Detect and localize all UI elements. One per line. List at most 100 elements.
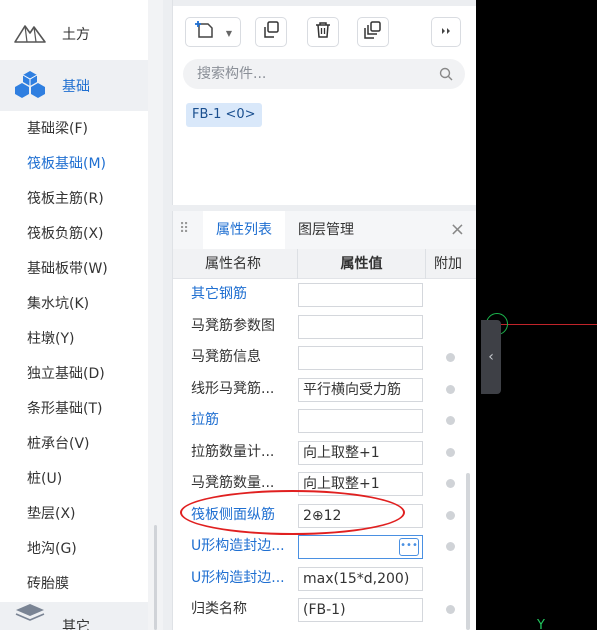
left-navigation: 土方 基础 基础梁(F) 筏板基础(M) 筏板主筋(R) 筏板负筋(X) 基础板…: [0, 0, 163, 630]
nav-item-cushion[interactable]: 垫层(X): [0, 497, 148, 532]
property-name: 归类名称: [191, 601, 247, 617]
property-row: 其它钢筋: [173, 279, 476, 311]
property-scrollbar-thumb[interactable]: [466, 473, 470, 630]
nav-item-pile[interactable]: 桩(U): [0, 462, 148, 497]
property-value-field[interactable]: [298, 409, 423, 433]
panel-top-edge: [173, 0, 477, 6]
layer-copy-button[interactable]: [357, 17, 389, 47]
tab-property-list[interactable]: 属性列表: [203, 211, 285, 249]
property-row: U形构造封边... max(15*d,200): [173, 563, 476, 595]
property-row: 马凳筋参数图: [173, 311, 476, 343]
property-table-header: 属性名称 属性值 附加: [173, 249, 476, 279]
property-row: 拉筋数量计... 向上取整+1: [173, 437, 476, 469]
extra-checkbox[interactable]: [446, 384, 455, 394]
nav-item-raft-foundation[interactable]: 筏板基础(M): [0, 147, 148, 182]
close-icon[interactable]: ×: [450, 219, 465, 240]
property-value-field[interactable]: 向上取整+1: [298, 472, 423, 496]
axis-line: [501, 324, 597, 325]
chevron-left-icon: ‹: [488, 349, 494, 365]
extra-checkbox[interactable]: [446, 479, 455, 488]
property-value-field[interactable]: [298, 314, 423, 339]
property-name[interactable]: 其它钢筋: [191, 279, 297, 311]
nav-item-brick-mold[interactable]: 砖胎膜: [0, 567, 148, 602]
more-icon: [440, 24, 452, 40]
property-value-field[interactable]: (FB-1): [298, 598, 423, 622]
new-component-button[interactable]: ▼: [185, 17, 241, 47]
collapse-panel-button[interactable]: ‹: [481, 320, 501, 394]
nav-scrollbar-thumb[interactable]: [154, 525, 157, 630]
layer-copy-icon: [364, 21, 382, 43]
nav-item-raft-main-rebar[interactable]: 筏板主筋(R): [0, 182, 148, 217]
property-row: 线形马凳筋... 平行横向受力筋: [173, 374, 476, 406]
property-value-field[interactable]: 2⊕12: [298, 503, 423, 528]
property-name[interactable]: U形构造封边...: [191, 563, 297, 595]
new-component-icon: [195, 20, 215, 44]
delete-component-button[interactable]: [307, 17, 339, 47]
property-value-field[interactable]: [298, 346, 423, 370]
property-row: 筏板侧面纵筋 2⊕12: [173, 500, 476, 532]
property-value-field[interactable]: 平行横向受力筋: [298, 377, 423, 402]
drag-handle-icon[interactable]: ⠿: [179, 221, 189, 237]
column-header-value: 属性值: [297, 249, 426, 279]
nav-category-qita[interactable]: 其它: [0, 602, 148, 630]
property-value-field[interactable]: 向上取整+1: [298, 440, 423, 465]
property-row: U形构造封边... •••: [173, 531, 476, 563]
nav-item-column-pier[interactable]: 柱墩(Y): [0, 322, 148, 357]
ellipsis-icon[interactable]: •••: [399, 538, 419, 556]
more-tools-button[interactable]: [431, 17, 461, 47]
nav-item-trench[interactable]: 地沟(G): [0, 532, 148, 567]
property-name[interactable]: 拉筋: [191, 405, 297, 437]
chevron-down-icon[interactable]: ▼: [226, 29, 232, 38]
copy-icon: [262, 21, 280, 43]
column-header-name: 属性名称: [205, 256, 261, 272]
nav-category-jichu[interactable]: 基础: [0, 60, 148, 111]
component-search-box: [183, 59, 465, 89]
nav-item-sump-pit[interactable]: 集水坑(K): [0, 287, 148, 322]
nav-category-label: 土方: [62, 27, 90, 43]
extra-checkbox[interactable]: [446, 416, 455, 425]
property-row: 马凳筋信息: [173, 342, 476, 374]
property-row: 马凳筋数量... 向上取整+1: [173, 468, 476, 500]
copy-component-button[interactable]: [255, 17, 287, 47]
component-panel: ▼ 搜索构件... FB-1 <0>: [172, 0, 477, 205]
nav-item-raft-negative-rebar[interactable]: 筏板负筋(X): [0, 217, 148, 252]
property-name: 马凳筋数量...: [191, 475, 275, 491]
nav-item-strip-footing[interactable]: 条形基础(T): [0, 392, 148, 427]
property-value-field[interactable]: [298, 283, 423, 307]
nav-item-pile-cap[interactable]: 桩承台(V): [0, 427, 148, 462]
layers-icon: [13, 602, 47, 626]
property-name: 拉筋数量计...: [191, 443, 275, 460]
component-item[interactable]: FB-1 <0>: [186, 103, 262, 127]
property-panel: ⠿ 属性列表 图层管理 × 属性名称 属性值 附加 其它钢筋 马凳筋参数图 马凳…: [172, 211, 476, 630]
y-axis-label: Y: [537, 618, 545, 630]
nav-sub-list: 基础梁(F) 筏板基础(M) 筏板主筋(R) 筏板负筋(X) 基础板带(W) 集…: [0, 112, 148, 602]
nav-item-isolated-footing[interactable]: 独立基础(D): [0, 357, 148, 392]
property-name[interactable]: 筏板侧面纵筋: [191, 500, 297, 532]
property-name: 线形马凳筋...: [191, 380, 275, 397]
property-row: 拉筋: [173, 405, 476, 437]
property-row: 归类名称 (FB-1): [173, 594, 476, 626]
panel-divider: [163, 0, 172, 630]
extra-checkbox[interactable]: [446, 605, 455, 614]
nav-item-foundation-strip[interactable]: 基础板带(W): [0, 252, 148, 287]
mountain-icon: [13, 20, 47, 48]
component-search-input[interactable]: [183, 59, 433, 89]
extra-checkbox[interactable]: [446, 447, 455, 457]
nav-item-foundation-beam[interactable]: 基础梁(F): [0, 112, 148, 147]
tab-layer-management[interactable]: 图层管理: [298, 211, 354, 249]
property-value-field[interactable]: max(15*d,200): [298, 566, 423, 591]
nav-category-label: 基础: [62, 78, 90, 95]
property-name[interactable]: U形构造封边...: [191, 531, 297, 563]
drawing-canvas[interactable]: ‹ Y: [476, 0, 597, 630]
search-icon[interactable]: [439, 67, 453, 85]
extra-checkbox[interactable]: [446, 542, 455, 551]
property-name: 马凳筋信息: [191, 349, 261, 365]
property-name: 马凳筋参数图: [191, 317, 275, 334]
cubes-icon: [13, 69, 47, 103]
property-tab-bar: ⠿ 属性列表 图层管理 ×: [173, 211, 476, 249]
delete-icon: [314, 21, 332, 43]
extra-checkbox[interactable]: [446, 353, 455, 362]
extra-checkbox[interactable]: [446, 510, 455, 520]
column-header-extra: 附加: [434, 256, 462, 272]
nav-category-tufang[interactable]: 土方: [0, 12, 148, 56]
